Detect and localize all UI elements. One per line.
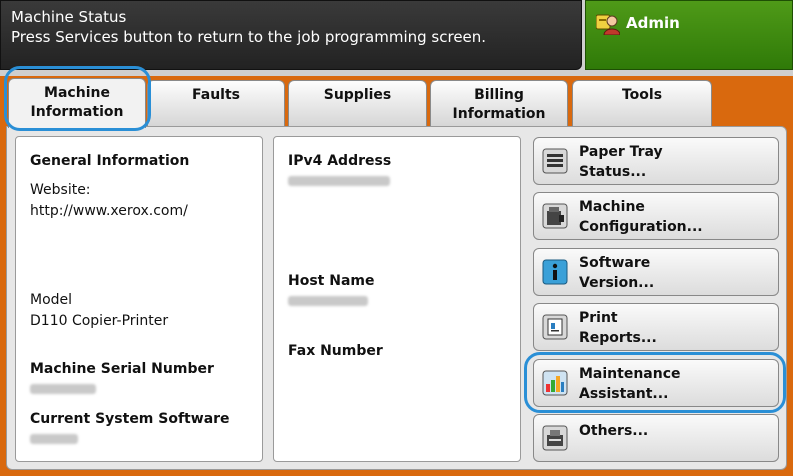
print-reports-button[interactable]: Print Reports... bbox=[533, 303, 779, 351]
tab-label-line2: Information bbox=[452, 106, 546, 122]
tab-faults[interactable]: Faults bbox=[147, 80, 285, 126]
tab-label: Tools bbox=[621, 87, 663, 103]
button-label-line2: Status... bbox=[579, 164, 647, 180]
status-header: Machine Status Press Services button to … bbox=[0, 0, 582, 70]
tab-supplies[interactable]: Supplies bbox=[288, 80, 427, 126]
model-value: D110 Copier-Printer bbox=[30, 313, 169, 329]
tab-tools[interactable]: Tools bbox=[572, 80, 712, 126]
general-information-heading: General Information bbox=[30, 153, 190, 169]
button-label-line2: Assistant... bbox=[579, 386, 669, 402]
admin-button[interactable]: Admin bbox=[585, 0, 793, 70]
software-version-button[interactable]: Software Version... bbox=[533, 248, 779, 296]
general-information-column: General Information Website: http://www.… bbox=[15, 136, 263, 462]
tab-label-line1: Billing bbox=[474, 87, 524, 103]
button-label-line1: Software bbox=[579, 255, 651, 271]
tab-label: Supplies bbox=[323, 87, 392, 103]
system-software-label: Current System Software bbox=[30, 411, 230, 427]
maintenance-chart-icon bbox=[542, 370, 568, 396]
tab-label-line2: Information bbox=[30, 104, 124, 120]
header-message: Press Services button to return to the j… bbox=[11, 28, 487, 46]
model-label: Model bbox=[30, 292, 73, 308]
host-name-value-redacted bbox=[288, 296, 368, 306]
button-label-line1: Print bbox=[579, 310, 618, 326]
header-title: Machine Status bbox=[11, 8, 127, 26]
others-icon bbox=[542, 425, 568, 451]
ipv4-address-value-redacted bbox=[288, 176, 390, 186]
button-label-line2: Reports... bbox=[579, 330, 657, 346]
network-information-column: IPv4 Address Host Name Fax Number bbox=[273, 136, 521, 462]
button-label-line2: Version... bbox=[579, 275, 655, 291]
tab-billing-information[interactable]: Billing Information bbox=[430, 80, 568, 126]
info-icon bbox=[542, 259, 568, 285]
button-label-line1: Maintenance bbox=[579, 366, 681, 382]
serial-number-value-redacted bbox=[30, 384, 96, 394]
maintenance-assistant-button[interactable]: Maintenance Assistant... bbox=[533, 359, 779, 407]
admin-label: Admin bbox=[626, 14, 680, 32]
website-label: Website: bbox=[30, 182, 91, 198]
machine-configuration-button[interactable]: Machine Configuration... bbox=[533, 192, 779, 240]
button-label-line1: Machine bbox=[579, 199, 645, 215]
fax-number-label: Fax Number bbox=[288, 343, 383, 359]
tab-label-line1: Machine bbox=[44, 85, 110, 101]
tab-label: Faults bbox=[192, 87, 240, 103]
system-software-value-redacted bbox=[30, 434, 78, 444]
machine-config-icon bbox=[542, 203, 568, 229]
print-reports-icon bbox=[542, 314, 568, 340]
paper-tray-status-button[interactable]: Paper Tray Status... bbox=[533, 137, 779, 185]
ipv4-address-label: IPv4 Address bbox=[288, 153, 392, 169]
admin-user-icon bbox=[595, 13, 621, 36]
button-label-line1: Others... bbox=[579, 423, 649, 439]
button-label-line2: Configuration... bbox=[579, 219, 703, 235]
tab-machine-information[interactable]: Machine Information bbox=[8, 78, 146, 128]
serial-number-label: Machine Serial Number bbox=[30, 361, 214, 377]
button-label-line1: Paper Tray bbox=[579, 144, 663, 160]
paper-tray-icon bbox=[542, 148, 568, 174]
others-button[interactable]: Others... bbox=[533, 414, 779, 462]
website-value: http://www.xerox.com/ bbox=[30, 203, 188, 219]
host-name-label: Host Name bbox=[288, 273, 375, 289]
